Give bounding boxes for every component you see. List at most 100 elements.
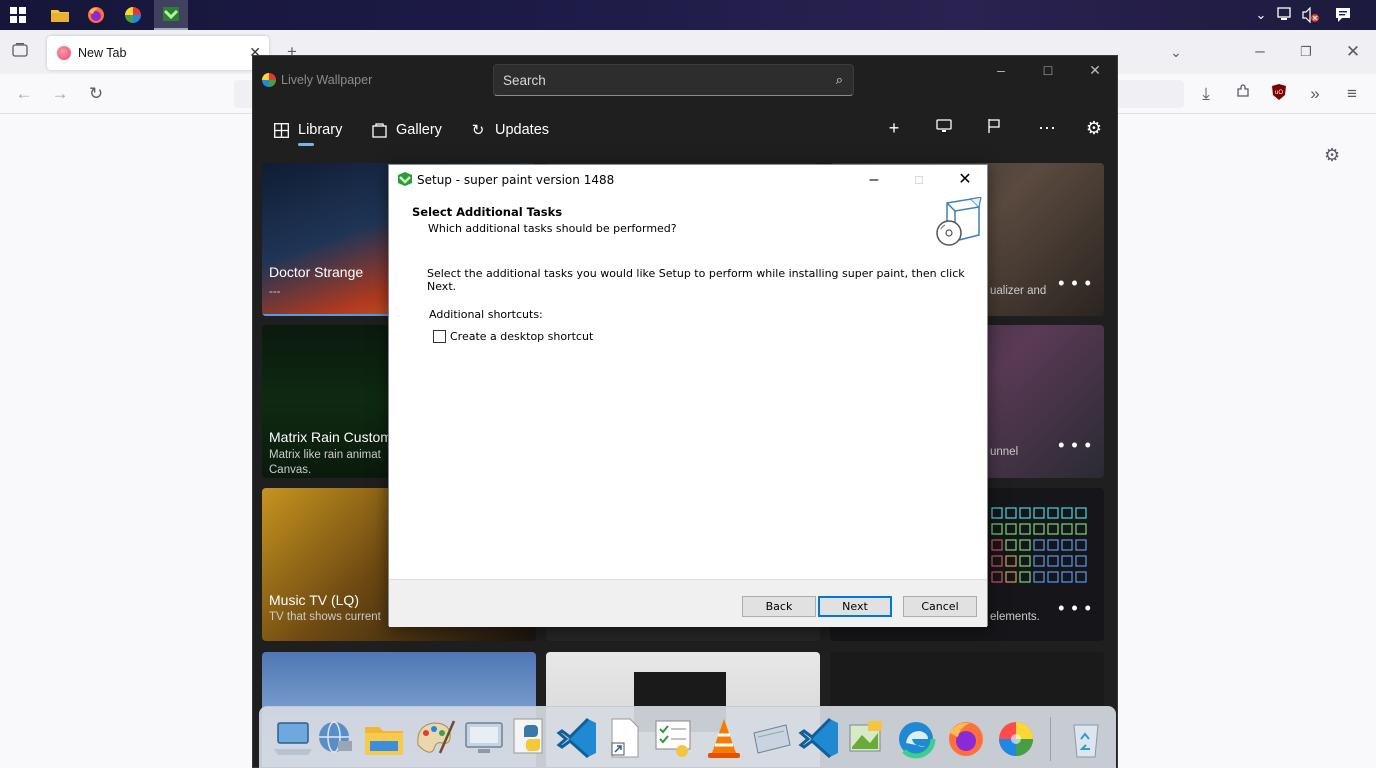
setup-titlebar: Setup - super paint version 1488 – □ ✕ <box>389 165 987 195</box>
nav-library-label: Library <box>298 122 343 138</box>
paint-icon[interactable] <box>412 715 456 763</box>
nav-updates[interactable]: ↻ Updates <box>469 116 549 144</box>
network-icon[interactable] <box>1276 7 1294 23</box>
notifications-icon[interactable] <box>1334 7 1352 23</box>
extensions-icon[interactable] <box>1232 83 1254 105</box>
minimize-icon[interactable]: – <box>1249 40 1271 62</box>
taskbar-setup[interactable] <box>154 0 188 30</box>
firefox-icon[interactable] <box>944 715 988 763</box>
shopping-bag-icon <box>370 121 388 139</box>
drive-icon[interactable] <box>750 715 794 763</box>
setup-description: Select the additional tasks you would li… <box>427 267 965 293</box>
nav-gallery-label: Gallery <box>396 122 442 138</box>
card-description: --- <box>269 286 281 298</box>
dock <box>259 706 1116 768</box>
nav-library[interactable]: Library <box>272 116 342 144</box>
control-panel-icon[interactable] <box>982 116 1006 140</box>
volume-muted-icon[interactable] <box>1301 6 1319 24</box>
minimize-icon[interactable]: – <box>986 62 1016 82</box>
add-icon[interactable]: + <box>882 116 906 140</box>
setup-heading: Select Additional Tasks <box>412 205 563 219</box>
app-icon[interactable] <box>844 715 888 763</box>
refresh-icon: ↻ <box>471 122 485 139</box>
taskbar-file-explorer[interactable] <box>43 0 77 30</box>
overflow-menu-chevrons-icon[interactable]: » <box>1304 83 1326 105</box>
setup-app-icon <box>398 172 412 186</box>
firefox-icon <box>88 7 104 23</box>
browser-tab-new-tab[interactable]: New Tab ✕ <box>47 36 269 70</box>
settings-gear-icon[interactable]: ⚙ <box>1082 116 1106 140</box>
install-box-cd-icon <box>936 197 982 246</box>
vscode-icon[interactable] <box>798 715 842 763</box>
close-icon[interactable]: ✕ <box>1080 62 1110 82</box>
tab-overview-icon[interactable] <box>9 42 31 64</box>
card-more-icon[interactable]: • • • <box>1058 435 1092 456</box>
back-arrow-icon[interactable]: ← <box>13 83 35 105</box>
card-more-icon[interactable]: • • • <box>1058 273 1092 294</box>
card-more-icon[interactable]: • • • <box>1058 598 1092 619</box>
screen-layout-icon[interactable] <box>932 116 956 140</box>
tab-label: New Tab <box>78 46 127 60</box>
card-description: TV that shows current <box>269 611 381 623</box>
chevron-up-icon[interactable]: ⌄ <box>1252 7 1270 23</box>
desktop-shortcut-checkbox[interactable] <box>433 330 446 343</box>
card-title: Matrix Rain Custom <box>269 429 392 445</box>
network-icon[interactable] <box>314 715 358 763</box>
computer-icon[interactable] <box>272 715 316 763</box>
setup-dialog: Setup - super paint version 1488 – □ ✕ S… <box>388 164 988 627</box>
card-description-line2: Canvas. <box>269 464 312 476</box>
forward-arrow-icon[interactable]: → <box>49 83 71 105</box>
hamburger-menu-icon[interactable]: ≡ <box>1341 83 1363 105</box>
vlc-icon[interactable] <box>702 715 746 763</box>
python-icon[interactable] <box>510 715 554 763</box>
close-icon[interactable]: ✕ <box>950 169 980 191</box>
list-tabs-chevron-icon[interactable]: ⌄ <box>1165 41 1187 63</box>
setup-footer: Back Next Cancel <box>389 579 987 627</box>
color-wheel-icon[interactable] <box>994 715 1038 763</box>
lively-logo-icon <box>262 73 276 87</box>
firefox-tab-icon <box>57 46 71 60</box>
search-input[interactable]: Search ⌕ <box>493 64 854 96</box>
window-title: Lively Wallpaper <box>281 73 373 87</box>
edge-icon[interactable] <box>894 715 938 763</box>
more-options-icon[interactable]: ⋯ <box>1035 116 1059 140</box>
nav-updates-label: Updates <box>495 122 550 138</box>
setup-title: Setup - super paint version 1488 <box>417 173 615 187</box>
downloads-icon[interactable]: ⤓ <box>1195 83 1217 105</box>
file-shortcut-icon[interactable] <box>604 715 648 763</box>
cancel-button[interactable]: Cancel <box>903 596 977 617</box>
vscode-icon[interactable] <box>556 715 600 763</box>
folder-icon[interactable] <box>362 715 406 763</box>
back-button[interactable]: Back <box>742 596 816 617</box>
windows-logo-icon <box>10 7 26 23</box>
card-title: Music TV (LQ) <box>269 592 359 608</box>
desktop-shortcut-label[interactable]: Create a desktop shortcut <box>450 330 593 343</box>
card-description: elements. <box>990 611 1040 623</box>
card-title: Doctor Strange <box>269 264 364 280</box>
next-button[interactable]: Next <box>818 596 892 617</box>
maximize-icon: □ <box>915 172 923 187</box>
reload-icon[interactable]: ↻ <box>85 83 107 105</box>
taskbar-firefox[interactable] <box>79 0 113 30</box>
ublock-shield-icon[interactable]: uO <box>1268 83 1290 105</box>
monitor-icon[interactable] <box>462 715 506 763</box>
search-placeholder: Search <box>503 73 546 88</box>
dock-divider <box>1050 717 1051 761</box>
setup-icon <box>163 7 179 21</box>
card-description: ualizer and <box>990 285 1047 297</box>
nav-gallery[interactable]: Gallery <box>370 116 442 144</box>
recycle-bin-icon[interactable] <box>1064 715 1108 763</box>
search-icon[interactable]: ⌕ <box>836 72 843 88</box>
taskbar-lively[interactable] <box>116 0 150 30</box>
restore-icon[interactable]: ❐ <box>1295 41 1317 63</box>
additional-shortcuts-label: Additional shortcuts: <box>429 308 543 321</box>
close-icon[interactable]: ✕ <box>1342 41 1364 63</box>
minimize-icon[interactable]: – <box>859 169 889 191</box>
grid-icon <box>272 121 290 139</box>
lively-icon <box>125 7 141 23</box>
checklist-icon[interactable] <box>652 715 696 763</box>
start-button[interactable] <box>1 0 35 30</box>
card-description: unnel <box>990 446 1019 458</box>
maximize-icon[interactable]: □ <box>1033 62 1063 82</box>
page-settings-gear-icon[interactable]: ⚙ <box>1324 145 1344 165</box>
